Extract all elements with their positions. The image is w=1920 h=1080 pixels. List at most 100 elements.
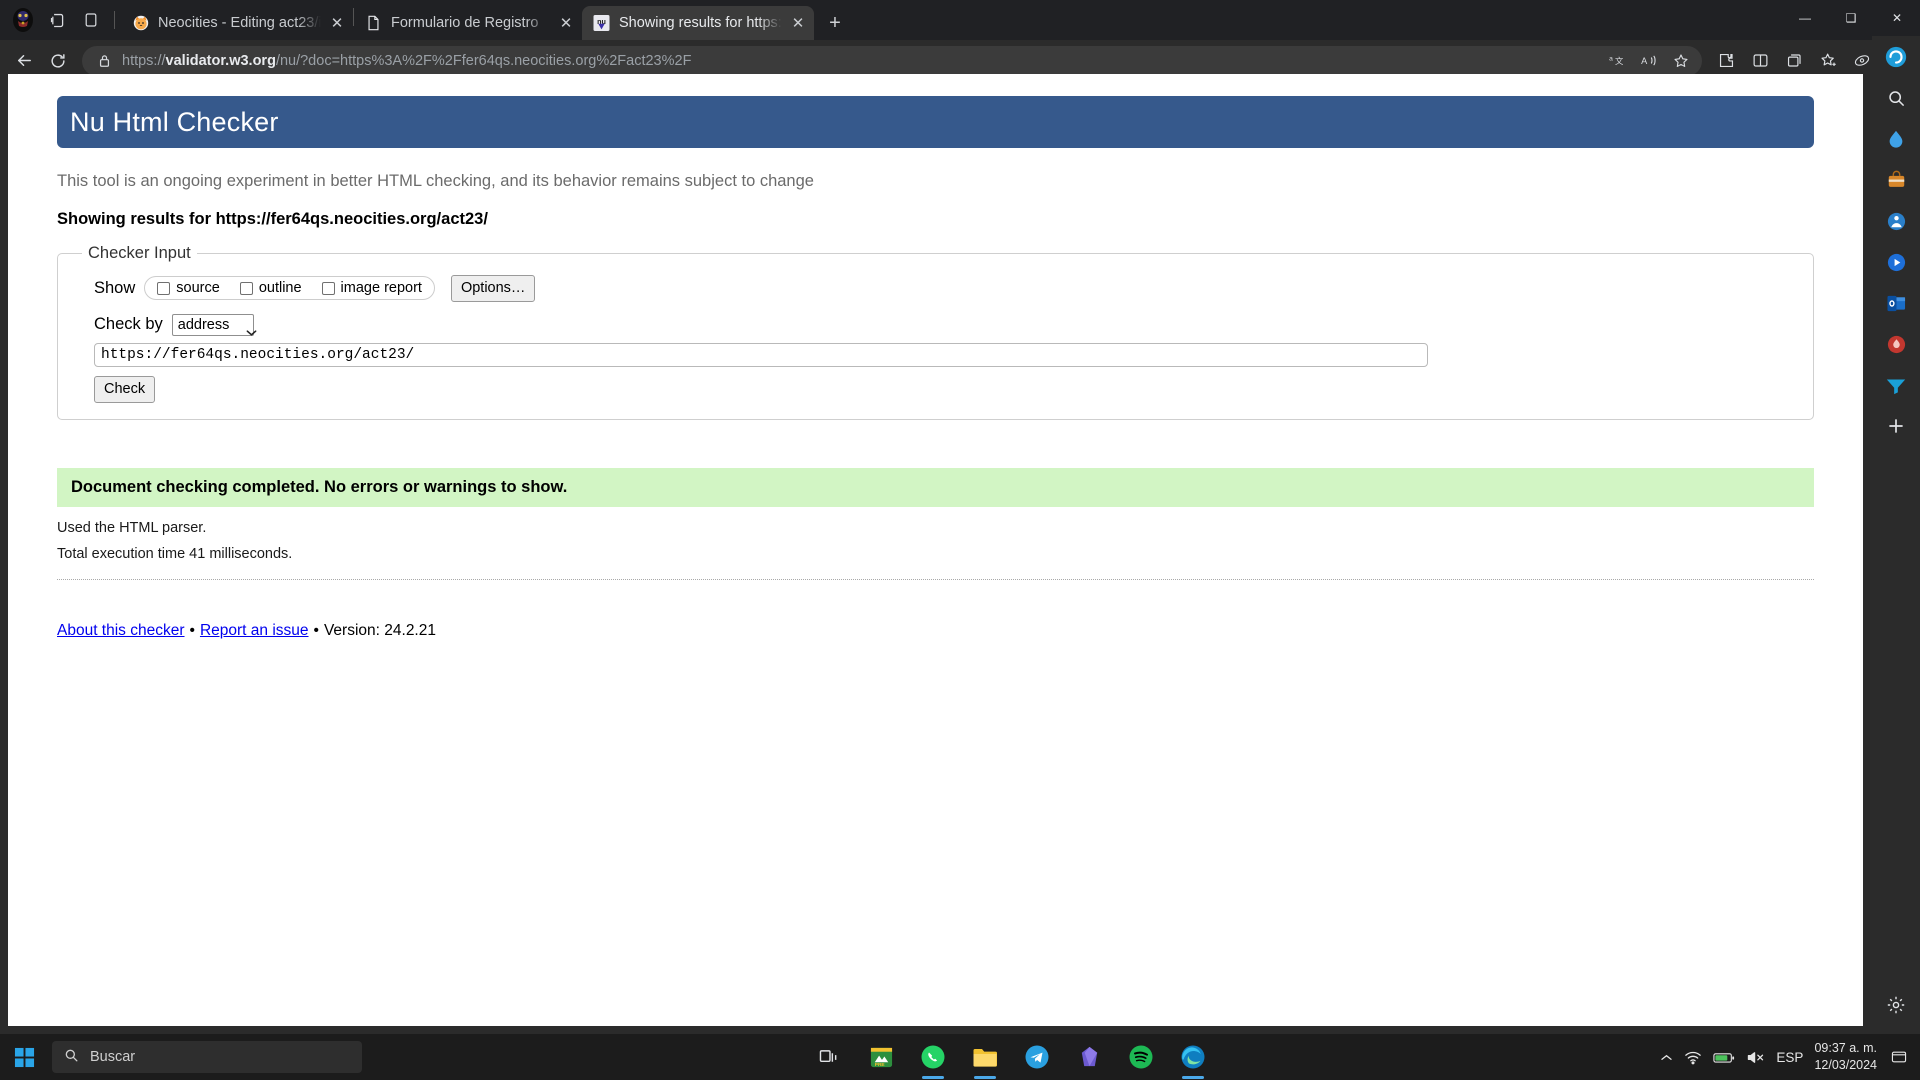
page-viewport: Nu Html Checker This tool is an ongoing … bbox=[8, 74, 1863, 1026]
whatsapp-icon[interactable] bbox=[916, 1040, 950, 1074]
read-aloud-icon[interactable]: A bbox=[1634, 47, 1664, 75]
battery-icon[interactable] bbox=[1713, 1051, 1735, 1064]
browser-tab-formulario[interactable]: Formulario de Registro ✕ bbox=[354, 6, 582, 40]
neocities-cat-icon bbox=[132, 15, 149, 32]
clock-area[interactable]: 09:37 a. m. 12/03/2024 bbox=[1814, 1040, 1877, 1074]
add-sidebar-icon[interactable] bbox=[1879, 409, 1913, 443]
translate-icon[interactable]: a 文 bbox=[1602, 47, 1632, 75]
checkbox-image-report[interactable]: image report bbox=[321, 280, 422, 297]
folder-icon[interactable] bbox=[968, 1040, 1002, 1074]
execution-time-note: Total execution time 41 milliseconds. bbox=[57, 545, 293, 562]
browser-sidebar bbox=[1872, 36, 1920, 1034]
start-button[interactable] bbox=[0, 1034, 48, 1080]
windows-taskbar: Buscar PRE ESP 09:37 a. m. 12/03/2024 bbox=[0, 1034, 1920, 1080]
telegram-icon[interactable] bbox=[1020, 1040, 1054, 1074]
clock-date: 12/03/2024 bbox=[1814, 1058, 1877, 1072]
obsidian-icon[interactable] bbox=[1072, 1040, 1106, 1074]
browser-window: Neocities - Editing act23/index.html ✕ F… bbox=[0, 0, 1920, 1034]
checkbox-box[interactable] bbox=[239, 281, 253, 295]
version-text: Version: 24.2.21 bbox=[323, 621, 436, 639]
new-tab-button[interactable]: + bbox=[820, 8, 850, 38]
footer-bullet: • bbox=[189, 621, 195, 639]
page-banner: Nu Html Checker bbox=[57, 96, 1814, 148]
browser-tab-neocities[interactable]: Neocities - Editing act23/index.html ✕ bbox=[121, 6, 353, 40]
close-window-button[interactable]: ✕ bbox=[1874, 0, 1920, 36]
downloads-icon[interactable] bbox=[1879, 368, 1913, 402]
checker-input-legend: Checker Input bbox=[88, 244, 191, 262]
checkbox-label: image report bbox=[340, 280, 422, 297]
checkbox-source[interactable]: source bbox=[157, 280, 220, 296]
tab-actions-icon[interactable] bbox=[40, 3, 74, 37]
outlook-icon[interactable] bbox=[1879, 286, 1913, 320]
about-this-checker-link[interactable]: About this checker bbox=[57, 622, 185, 639]
omnibox-actions: a 文 A bbox=[1602, 47, 1696, 75]
checkbox-label: source bbox=[176, 280, 220, 297]
tab-close-icon[interactable]: ✕ bbox=[786, 11, 810, 35]
search-icon[interactable] bbox=[1879, 81, 1913, 115]
nu-validator-icon: nu bbox=[593, 15, 610, 32]
tray-chevron-icon[interactable] bbox=[1660, 1053, 1673, 1062]
maximize-button[interactable]: ❑ bbox=[1828, 0, 1874, 36]
volume-muted-icon[interactable] bbox=[1746, 1050, 1765, 1065]
favorite-star-icon[interactable] bbox=[1666, 47, 1696, 75]
edge-icon[interactable] bbox=[1176, 1040, 1210, 1074]
svg-text:PRE: PRE bbox=[874, 1062, 885, 1068]
minimize-button[interactable]: — bbox=[1782, 0, 1828, 36]
refresh-button[interactable] bbox=[42, 45, 74, 77]
games-icon[interactable] bbox=[1879, 204, 1913, 238]
search-icon bbox=[64, 1048, 79, 1067]
collections-icon[interactable] bbox=[1778, 45, 1810, 77]
url-text: https://validator.w3.org/nu/?doc=https%3… bbox=[122, 52, 692, 69]
options-button[interactable]: Options… bbox=[450, 275, 536, 302]
footer-bullet: • bbox=[313, 621, 319, 639]
media-player-icon[interactable] bbox=[1879, 245, 1913, 279]
checkbox-outline[interactable]: outline bbox=[239, 280, 302, 296]
svg-text:A: A bbox=[1641, 56, 1648, 66]
show-checkbox-group: source outline image report bbox=[144, 276, 435, 301]
wifi-icon[interactable] bbox=[1684, 1050, 1702, 1065]
nu-html-checker-page: Nu Html Checker This tool is an ongoing … bbox=[8, 74, 1863, 640]
back-button[interactable] bbox=[8, 45, 40, 77]
favorites-icon[interactable] bbox=[1812, 45, 1844, 77]
checkbox-box[interactable] bbox=[321, 281, 335, 295]
check-by-select[interactable]: address bbox=[171, 313, 257, 336]
show-row: Show source outline image report Options… bbox=[94, 275, 1801, 302]
page-footer: About this checker • Report an issue • Versi… bbox=[57, 622, 1814, 640]
language-indicator[interactable]: ESP bbox=[1776, 1050, 1803, 1065]
microsoft-store-icon[interactable]: PRE bbox=[864, 1040, 898, 1074]
drop-icon[interactable] bbox=[1879, 122, 1913, 156]
tab-title: Formulario de Registro bbox=[391, 15, 539, 31]
check-by-label: Check by bbox=[94, 315, 163, 334]
parser-note: Used the HTML parser. bbox=[57, 519, 207, 536]
check-button[interactable]: Check bbox=[94, 375, 156, 403]
footer-divider bbox=[57, 578, 1814, 580]
task-view-icon[interactable] bbox=[812, 1040, 846, 1074]
checkbox-box[interactable] bbox=[157, 281, 171, 295]
extensions-icon[interactable] bbox=[1710, 45, 1742, 77]
url-input[interactable] bbox=[94, 342, 1428, 367]
shopping-icon[interactable] bbox=[1879, 163, 1913, 197]
vertical-tabs-icon[interactable] bbox=[74, 3, 108, 37]
svg-text:a: a bbox=[1609, 56, 1613, 63]
address-bar[interactable]: https://validator.w3.org/nu/?doc=https%3… bbox=[82, 45, 1702, 76]
tab-close-icon[interactable]: ✕ bbox=[325, 11, 349, 35]
show-label: Show bbox=[94, 278, 136, 297]
tools-icon[interactable] bbox=[1879, 327, 1913, 361]
clock-time: 09:37 a. m. bbox=[1814, 1041, 1877, 1056]
check-by-selected-value: address bbox=[177, 316, 230, 333]
taskbar-search-box[interactable]: Buscar bbox=[52, 1041, 362, 1073]
split-screen-icon[interactable] bbox=[1744, 45, 1776, 77]
spotify-icon[interactable] bbox=[1124, 1040, 1158, 1074]
browser-tab-validator[interactable]: nu Showing results for https://fer64qs..… bbox=[582, 6, 814, 40]
notification-icon[interactable] bbox=[1888, 1050, 1910, 1064]
check-by-row: Check by address bbox=[94, 313, 1801, 336]
showing-results-heading: Showing results for https://fer64qs.neoc… bbox=[57, 210, 488, 228]
tab-close-icon[interactable]: ✕ bbox=[554, 11, 578, 35]
copilot-icon[interactable] bbox=[1879, 40, 1913, 74]
report-an-issue-link[interactable]: Report an issue bbox=[200, 622, 309, 639]
profile-avatar-icon[interactable] bbox=[6, 3, 40, 37]
svg-text:文: 文 bbox=[1615, 56, 1624, 66]
result-status-message: Document checking completed. No errors o… bbox=[57, 467, 1814, 507]
tab-strip: Neocities - Editing act23/index.html ✕ F… bbox=[0, 0, 1920, 40]
sidebar-settings-icon[interactable] bbox=[1879, 988, 1913, 1022]
